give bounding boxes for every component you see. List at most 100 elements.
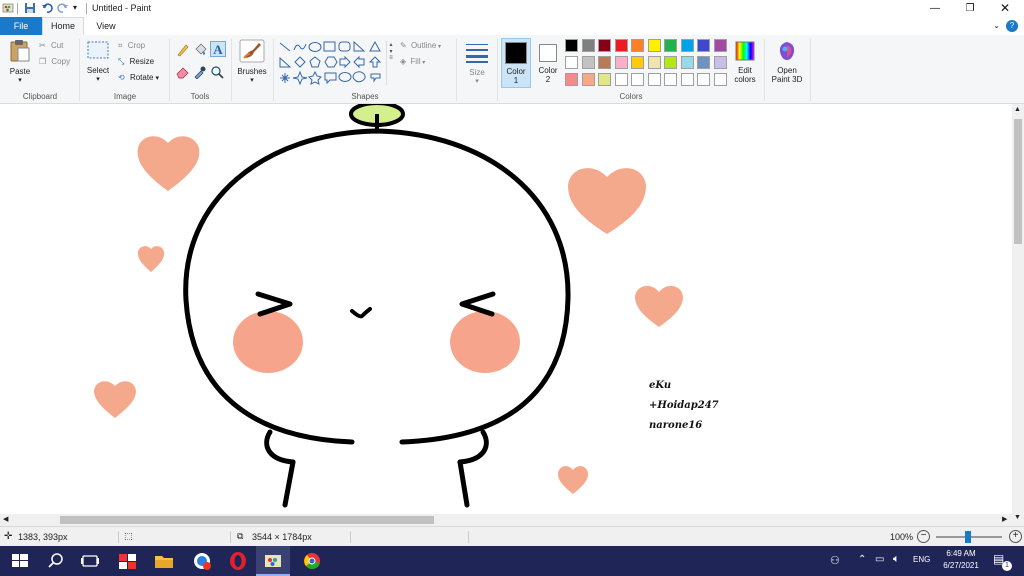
ribbon: Paste ▾ ✂ Cut ❐ Copy Clipboard Select ▾ … [0, 35, 1024, 104]
color-swatch[interactable] [598, 73, 611, 86]
vertical-scrollbar[interactable]: ▲ [1012, 104, 1024, 514]
edit-colors-label-2: colors [734, 75, 756, 84]
color-swatch[interactable] [664, 73, 677, 86]
color-swatch[interactable] [713, 39, 727, 52]
horizontal-scroll-thumb[interactable] [60, 516, 434, 524]
color-swatch[interactable] [631, 39, 644, 52]
edit-colors-button[interactable]: Edit colors [730, 40, 760, 88]
save-icon[interactable] [24, 2, 36, 14]
copy-button[interactable]: ❐ Copy [39, 57, 70, 66]
color-swatch[interactable] [614, 73, 628, 86]
vertical-scroll-thumb[interactable] [1014, 119, 1022, 244]
paste-dropdown-icon[interactable]: ▾ [6, 76, 34, 84]
collapse-ribbon-chevron-icon[interactable]: ⌄ [993, 21, 1000, 30]
drawing-canvas[interactable]: eKu +Hoidap247 narone16 [0, 104, 1012, 514]
zoom-in-button[interactable]: + [1009, 530, 1022, 543]
clock-time[interactable]: 6:49 AM [944, 549, 978, 558]
outline-button[interactable]: ✎ Outline ▾ [400, 41, 441, 50]
color-swatch[interactable] [581, 39, 595, 52]
restore-button[interactable]: ❐ [953, 0, 987, 17]
rotate-button[interactable]: ⟲ Rotate ▾ [118, 73, 159, 82]
color-swatch[interactable] [647, 56, 661, 69]
fill-bucket-icon[interactable] [193, 43, 207, 57]
color1-button[interactable]: Color 1 [501, 38, 531, 88]
paint-taskbar-item[interactable] [256, 546, 290, 576]
color-swatch[interactable] [581, 73, 595, 86]
crop-button[interactable]: ⌗ Crop [118, 41, 145, 51]
tab-home[interactable]: Home [42, 17, 84, 35]
size-button[interactable]: Size ▾ [462, 41, 492, 87]
close-button[interactable]: ✕ [988, 0, 1022, 17]
right-blush [450, 311, 520, 373]
scroll-down-arrow-icon[interactable]: ▼ [1014, 514, 1021, 521]
tab-file[interactable]: File [0, 17, 42, 35]
people-icon[interactable]: ⚇ [830, 554, 840, 567]
color-swatch[interactable] [697, 56, 710, 69]
chat-app-icon[interactable] [192, 551, 212, 571]
color-swatch[interactable] [598, 56, 611, 69]
scroll-up-arrow-icon[interactable]: ▲ [1014, 106, 1021, 113]
color-swatch[interactable] [680, 39, 694, 52]
color-swatch[interactable] [614, 56, 628, 69]
customize-toolbar-chevron-icon[interactable]: ▾ [73, 2, 85, 14]
select-button[interactable]: Select ▾ [84, 39, 112, 87]
show-hidden-icons-chevron-icon[interactable]: ⌃ [858, 554, 866, 565]
color-swatch[interactable] [565, 39, 578, 52]
shapes-gallery[interactable] [278, 40, 396, 88]
search-icon[interactable] [46, 551, 66, 571]
brushes-button[interactable]: Brushes ▾ [236, 39, 268, 87]
language-indicator[interactable]: ENG [913, 555, 930, 564]
magnifier-icon[interactable] [210, 65, 224, 79]
color-swatch[interactable] [664, 39, 677, 52]
paste-button[interactable]: Paste ▾ [6, 39, 34, 87]
color-picker-icon[interactable] [193, 65, 207, 80]
color-swatch[interactable] [697, 39, 710, 52]
cut-button[interactable]: ✂ Cut [39, 41, 63, 50]
resize-button[interactable]: ⤡ Resize [118, 57, 154, 67]
chrome-browser-icon[interactable] [302, 551, 322, 571]
color-swatch[interactable] [565, 73, 578, 86]
redo-icon[interactable] [57, 2, 69, 14]
opera-browser-icon[interactable] [228, 551, 248, 571]
color-swatch[interactable] [565, 56, 578, 69]
undo-icon[interactable] [41, 2, 53, 14]
file-explorer-icon[interactable] [154, 551, 174, 571]
app-icon-tiles[interactable] [118, 551, 138, 571]
color-swatch[interactable] [680, 73, 694, 86]
open-paint3d-button[interactable]: Open Paint 3D [768, 40, 806, 88]
shapes-scroll-arrows[interactable]: ▴ ▾ ≡ [386, 41, 395, 85]
color-swatch[interactable] [680, 56, 694, 69]
color-swatch[interactable] [647, 73, 661, 86]
clock-date[interactable]: 6/27/2021 [938, 561, 984, 570]
select-dropdown-icon[interactable]: ▾ [84, 75, 112, 83]
color-swatch[interactable] [614, 39, 628, 52]
color-swatch[interactable] [598, 39, 611, 52]
color2-swatch [539, 44, 557, 62]
zoom-slider-thumb[interactable] [965, 531, 971, 543]
color-swatch[interactable] [581, 56, 595, 69]
windows-start-icon[interactable] [10, 551, 30, 571]
color-swatch[interactable] [647, 39, 661, 52]
eraser-icon[interactable] [176, 65, 190, 79]
zoom-out-button[interactable]: − [917, 530, 930, 543]
scroll-right-arrow-icon[interactable]: ▶ [1002, 515, 1007, 523]
text-tool-icon[interactable]: A [210, 41, 226, 57]
fill-button[interactable]: ◈ Fill ▾ [400, 57, 425, 66]
color-swatch[interactable] [713, 73, 727, 86]
color2-button[interactable]: Color 2 [534, 38, 562, 88]
volume-icon[interactable]: 🔈︎ [893, 553, 900, 566]
color-swatch[interactable] [713, 56, 727, 69]
color-swatch[interactable] [631, 73, 644, 86]
color-swatch[interactable] [664, 56, 677, 69]
pencil-icon[interactable] [176, 43, 190, 57]
minimize-button[interactable]: ― [918, 0, 952, 17]
horizontal-scrollbar[interactable]: ◀ ▶ [0, 514, 1012, 526]
task-view-icon[interactable] [80, 551, 100, 571]
battery-icon[interactable]: ▭ [875, 554, 884, 565]
brushes-dropdown-icon[interactable]: ▾ [236, 76, 268, 84]
color-swatch[interactable] [631, 56, 644, 69]
scroll-left-arrow-icon[interactable]: ◀ [3, 515, 8, 523]
tab-view[interactable]: View [86, 17, 126, 35]
color-swatch[interactable] [697, 73, 710, 86]
help-icon[interactable]: ? [1006, 20, 1018, 32]
